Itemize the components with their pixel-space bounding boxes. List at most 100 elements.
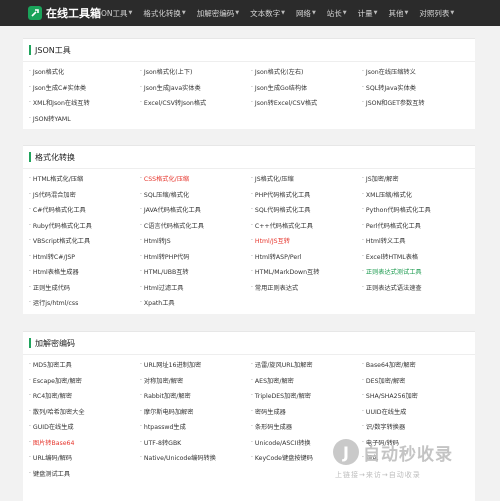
tool-link[interactable]: · CSS格式化/压缩 xyxy=(140,171,248,187)
section-header: JSON工具 xyxy=(23,39,475,62)
tool-link-label: XML压缩/格式化 xyxy=(365,191,412,199)
tool-link[interactable]: · Html转ASP/Perl xyxy=(251,249,359,265)
tool-link[interactable]: · GUID在线生成 xyxy=(29,419,137,435)
tool-link[interactable]: · 密码生成器 xyxy=(251,404,359,420)
tool-link[interactable]: · XML和Json在线互转 xyxy=(29,95,137,111)
nav-item[interactable]: 文本数字 ▼ xyxy=(250,8,285,19)
tool-link[interactable]: · AES加密/解密 xyxy=(251,373,359,389)
tool-link-label: TripleDES加密/解密 xyxy=(254,393,311,401)
tool-link[interactable]: · Native/Unicode编码转换 xyxy=(140,450,248,466)
nav-item[interactable]: 格式化转换 ▼ xyxy=(143,8,185,19)
tool-link[interactable]: · HTML/UBB互转 xyxy=(140,264,248,280)
nav-item[interactable]: JSON工具 ▼ xyxy=(94,8,132,19)
tool-link[interactable]: · XML压缩/格式化 xyxy=(362,187,470,203)
tool-link[interactable]: · Json转Excel/CSV格式 xyxy=(251,95,359,111)
tool-link[interactable]: · MD5加密工具 xyxy=(29,357,137,373)
tool-link[interactable]: · SQL转Java实体类 xyxy=(362,80,470,96)
tool-link[interactable]: · Html转PHP代码 xyxy=(140,249,248,265)
watermark-subtitle: 上链接→来访→自动收录 xyxy=(335,471,421,479)
nav-item[interactable]: 计量 ▼ xyxy=(358,8,378,19)
nav-item[interactable]: 加解密编码 ▼ xyxy=(197,8,239,19)
tool-link[interactable]: · RC4加密/解密 xyxy=(29,388,137,404)
tool-link[interactable]: · DES加密/解密 xyxy=(362,373,470,389)
tool-link-label: SHA/SHA256加密 xyxy=(365,393,418,401)
tool-link[interactable]: · URL编码/解码 xyxy=(29,450,137,466)
tool-link[interactable]: · HTML/MarkDown互转 xyxy=(251,264,359,280)
tool-link[interactable]: · SQL代码格式化工具 xyxy=(251,202,359,218)
tool-link[interactable]: · Python代码格式化工具 xyxy=(362,202,470,218)
bullet-icon: · xyxy=(362,392,364,400)
tool-link[interactable]: · C语言代码格式化工具 xyxy=(140,218,248,234)
tool-link[interactable]: · PHP代码格式化工具 xyxy=(251,187,359,203)
tool-link[interactable]: · C++代码格式化工具 xyxy=(251,218,359,234)
tool-link[interactable]: · SHA/SHA256加密 xyxy=(362,388,470,404)
tool-link[interactable]: · 图片转Base64 xyxy=(29,435,137,451)
tool-link[interactable]: · Json生成Java实体类 xyxy=(140,80,248,96)
tool-link[interactable]: · 键盘测试工具 xyxy=(29,466,137,482)
tool-link[interactable]: · JS代码混合加密 xyxy=(29,187,137,203)
tool-link[interactable]: · UTF-8转GBK xyxy=(140,435,248,451)
tool-link[interactable]: · JSON和GET参数互转 xyxy=(362,95,470,111)
tool-link[interactable]: · Html过滤工具 xyxy=(140,280,248,296)
tool-link[interactable]: · 识/数字转换器 xyxy=(362,419,470,435)
tool-link[interactable]: · Excel转HTML表格 xyxy=(362,249,470,265)
tool-link[interactable]: · Html转JS xyxy=(140,233,248,249)
tool-link[interactable]: · Xpath工具 xyxy=(140,295,248,311)
tool-link[interactable]: · Html/JS互转 xyxy=(251,233,359,249)
nav-item[interactable]: 其他 ▼ xyxy=(389,8,409,19)
tool-link[interactable]: · Rabbit加密/解密 xyxy=(140,388,248,404)
tool-link[interactable]: · JS格式化/压缩 xyxy=(251,171,359,187)
tool-link-label: 运行js/html/css xyxy=(32,300,79,308)
tool-link[interactable]: · Base64加密/解密 xyxy=(362,357,470,373)
tool-link[interactable]: · URL网址16进制加密 xyxy=(140,357,248,373)
bullet-icon: · xyxy=(362,252,364,260)
tool-link[interactable]: · 对称加密/解密 xyxy=(140,373,248,389)
tool-link[interactable]: · Excel/CSV转Json格式 xyxy=(140,95,248,111)
tool-link[interactable]: · 散列/哈希加密大全 xyxy=(29,404,137,420)
tool-link[interactable]: · 正则表达式语法速查 xyxy=(362,280,470,296)
tool-link[interactable]: · Html转C#/JSP xyxy=(29,249,137,265)
tool-link[interactable]: · 条形码生成器 xyxy=(251,419,359,435)
tool-link[interactable]: · 常用正则表达式 xyxy=(251,280,359,296)
tool-link[interactable]: · Ruby代码格式化工具 xyxy=(29,218,137,234)
tool-link[interactable]: · Escape加密/解密 xyxy=(29,373,137,389)
tool-link[interactable]: · TripleDES加密/解密 xyxy=(251,388,359,404)
tool-link[interactable]: · JSON转YAML xyxy=(29,111,137,127)
section-header: 加解密编码 xyxy=(23,332,475,355)
bullet-icon: · xyxy=(362,407,364,415)
tool-link[interactable]: · Html转义工具 xyxy=(362,233,470,249)
tool-link-label: C#代码格式化工具 xyxy=(32,207,86,215)
tool-link[interactable]: · 正则生成代码 xyxy=(29,280,137,296)
tool-link[interactable]: · C#代码格式化工具 xyxy=(29,202,137,218)
bullet-icon: · xyxy=(140,252,142,260)
tool-link[interactable]: · Json格式化 xyxy=(29,64,137,80)
tool-link[interactable]: · HTML格式化/压缩 xyxy=(29,171,137,187)
tool-link[interactable]: · JS加密/解密 xyxy=(362,171,470,187)
tool-link[interactable]: · Json格式化(左右) xyxy=(251,64,359,80)
tool-link-label: Json生成C#实体类 xyxy=(32,84,87,92)
tool-link-label: Xpath工具 xyxy=(143,300,175,308)
tool-link[interactable]: · JAVA代码格式化工具 xyxy=(140,202,248,218)
tool-link[interactable]: · 正则表达式测试工具 xyxy=(362,264,470,280)
tool-link[interactable]: · Json生成C#实体类 xyxy=(29,80,137,96)
tool-link[interactable]: · 迅雷/旋风URL加解密 xyxy=(251,357,359,373)
tool-link[interactable]: · Json格式化(上下) xyxy=(140,64,248,80)
tool-link[interactable]: · htpasswd生成 xyxy=(140,419,248,435)
tool-link[interactable]: · Html表格生成器 xyxy=(29,264,137,280)
tool-link[interactable]: · VBScript格式化工具 xyxy=(29,233,137,249)
nav-item[interactable]: 对照列表 ▼ xyxy=(419,8,454,19)
tool-link[interactable]: · 运行js/html/css xyxy=(29,295,137,311)
tool-link-label: Html转义工具 xyxy=(365,238,406,246)
tool-link-label: MD5加密工具 xyxy=(32,362,72,370)
nav-item[interactable]: 网络 ▼ xyxy=(296,8,316,19)
tool-link[interactable]: · Json生成Go结构体 xyxy=(251,80,359,96)
site-logo[interactable]: 在线工具箱 xyxy=(28,5,101,21)
tool-link[interactable]: · 摩尔斯电码加解密 xyxy=(140,404,248,420)
tool-link[interactable]: · Json在线压缩转义 xyxy=(362,64,470,80)
bullet-icon: · xyxy=(29,361,31,369)
tool-link[interactable]: · SQL压缩/格式化 xyxy=(140,187,248,203)
nav-item[interactable]: 站长 ▼ xyxy=(327,8,347,19)
tool-link[interactable]: · Perl代码格式化工具 xyxy=(362,218,470,234)
bullet-icon: · xyxy=(251,206,253,214)
tool-link[interactable]: · UUID在线生成 xyxy=(362,404,470,420)
